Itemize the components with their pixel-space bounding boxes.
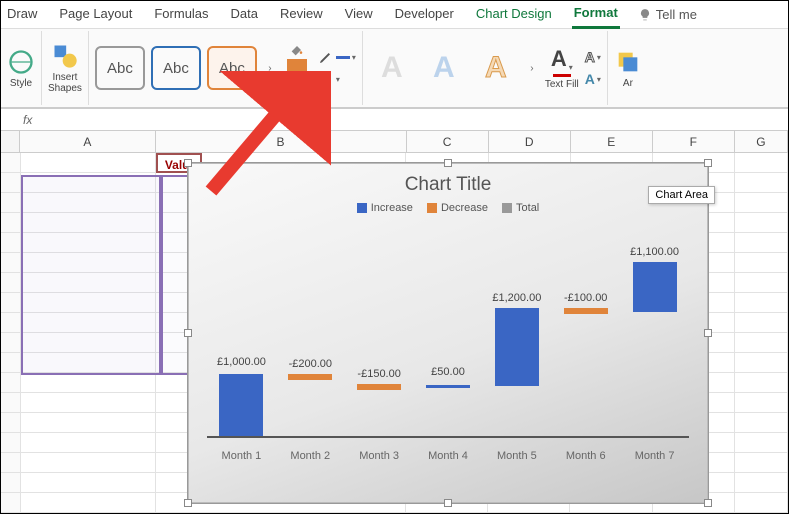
tab-format[interactable]: Format [572, 1, 620, 29]
text-fill-swatch [553, 74, 571, 77]
resize-handle[interactable] [184, 329, 192, 337]
col-header-a[interactable]: A [20, 131, 155, 152]
style-icon [7, 48, 35, 76]
group-wordart-styles: A A A › A▾ Text Fill A▾ A▾ [363, 31, 608, 105]
formula-bar[interactable]: fx [1, 109, 788, 131]
category-labels: Month 1 Month 2 Month 3 Month 4 Month 5 … [207, 450, 689, 462]
bucket-icon [289, 42, 305, 58]
arrange-icon [614, 48, 642, 76]
bar-month-3[interactable]: -£150.00 [345, 230, 414, 436]
plot-area[interactable]: £1,000.00 -£200.00 -£150.00 £50.00 [207, 222, 689, 462]
bar-month-1[interactable]: £1,000.00 [207, 230, 276, 436]
shape-fill-button[interactable]: Shape Fill [283, 42, 312, 94]
shape-styles-more[interactable]: › [263, 46, 277, 90]
resize-handle[interactable] [184, 159, 192, 167]
wordart-style-3[interactable]: A [473, 46, 519, 90]
chart-legend[interactable]: Increase Decrease Total [189, 202, 707, 214]
col-header-f[interactable]: F [653, 131, 735, 152]
col-header-d[interactable]: D [489, 131, 571, 152]
style-label: Style [10, 78, 32, 89]
group-arrange: Ar [608, 31, 648, 105]
text-outline-button[interactable]: A▾ [585, 49, 601, 65]
wordart-style-1[interactable]: A [369, 46, 415, 90]
tab-page-layout[interactable]: Page Layout [57, 2, 134, 27]
resize-handle[interactable] [184, 499, 192, 507]
resize-handle[interactable] [444, 499, 452, 507]
tab-chart-design[interactable]: Chart Design [474, 2, 554, 27]
tab-review[interactable]: Review [278, 2, 325, 27]
shape-style-2[interactable]: Abc [151, 46, 201, 90]
tab-developer[interactable]: Developer [393, 2, 456, 27]
ribbon-body: Style Insert Shapes Abc Abc Abc › Shape … [1, 29, 788, 109]
chart-tooltip: Chart Area [648, 186, 715, 204]
x-axis [207, 436, 689, 438]
group-insert-shapes: Insert Shapes [42, 31, 89, 105]
tell-me[interactable]: Tell me [638, 7, 697, 22]
tab-view[interactable]: View [343, 2, 375, 27]
legend-item-decrease: Decrease [427, 202, 488, 214]
shapes-icon [51, 42, 79, 70]
column-headers: A B C D E F G [1, 131, 788, 153]
fx-label: fx [1, 113, 40, 127]
chart-object[interactable]: Chart Area Chart Title Increase Decrease… [188, 163, 708, 503]
shape-effects-button[interactable]: ▾ [318, 71, 356, 87]
select-all-corner[interactable] [1, 131, 20, 152]
wordart-styles-more[interactable]: › [525, 46, 539, 90]
ribbon-tabs: Draw Page Layout Formulas Data Review Vi… [1, 1, 788, 29]
grid-body[interactable]: Value Chart Area Chart [1, 153, 788, 513]
shape-fill-label: Shape Fill [283, 72, 312, 94]
text-fill-button[interactable]: A▾ Text Fill [545, 46, 579, 90]
bar-month-6[interactable]: -£100.00 [551, 230, 620, 436]
shape-fill-swatch [287, 59, 307, 71]
tab-draw[interactable]: Draw [5, 2, 39, 27]
legend-item-increase: Increase [357, 202, 413, 214]
resize-handle[interactable] [704, 329, 712, 337]
wordart-style-2[interactable]: A [421, 46, 467, 90]
shape-style-3[interactable]: Abc [207, 46, 257, 90]
style-button[interactable]: Style [7, 48, 35, 89]
chart-title[interactable]: Chart Title [189, 164, 707, 202]
resize-handle[interactable] [704, 159, 712, 167]
col-header-g[interactable]: G [735, 131, 788, 152]
insert-shapes-label: Insert Shapes [48, 72, 82, 94]
col-header-c[interactable]: C [407, 131, 489, 152]
resize-handle[interactable] [704, 499, 712, 507]
group-style: Style [1, 31, 42, 105]
tab-formulas[interactable]: Formulas [152, 2, 210, 27]
bar-month-5[interactable]: £1,200.00 [482, 230, 551, 436]
text-fill-icon: A [551, 46, 567, 72]
worksheet[interactable]: A B C D E F G Value [1, 131, 788, 513]
legend-item-total: Total [502, 202, 539, 214]
bar-month-4[interactable]: £50.00 [414, 230, 483, 436]
lightbulb-icon [638, 8, 652, 22]
tab-data[interactable]: Data [229, 2, 260, 27]
col-header-b[interactable]: B [156, 131, 407, 152]
col-header-e[interactable]: E [571, 131, 653, 152]
resize-handle[interactable] [444, 159, 452, 167]
shape-style-1[interactable]: Abc [95, 46, 145, 90]
bar-month-2[interactable]: -£200.00 [276, 230, 345, 436]
pen-icon [318, 49, 334, 65]
text-fill-label: Text Fill [545, 79, 579, 90]
shape-outline-button[interactable]: ▾ [318, 49, 356, 65]
insert-shapes-button[interactable]: Insert Shapes [48, 42, 82, 94]
text-effects-button[interactable]: A▾ [585, 71, 601, 87]
bar-month-7[interactable]: £1,100.00 [620, 230, 689, 436]
bars-container: £1,000.00 -£200.00 -£150.00 £50.00 [207, 230, 689, 436]
arrange-button[interactable]: Ar [614, 48, 642, 89]
effects-icon [318, 71, 334, 87]
arrange-label: Ar [623, 78, 633, 89]
group-shape-styles: Abc Abc Abc › Shape Fill ▾ ▾ [89, 31, 363, 105]
tell-me-label: Tell me [656, 7, 697, 22]
